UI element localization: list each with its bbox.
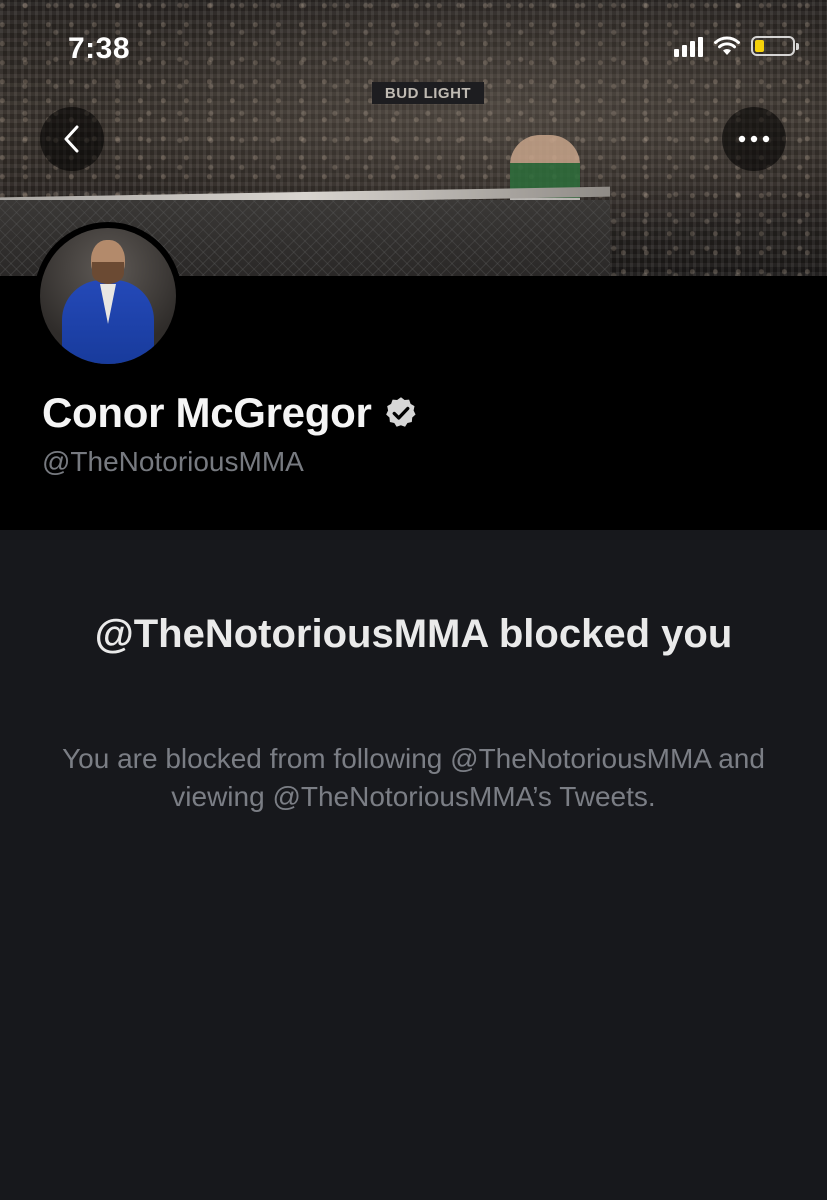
verified-badge-icon: [386, 397, 417, 427]
back-button[interactable]: [40, 107, 104, 171]
profile-name: Conor McGregor: [42, 389, 372, 436]
wifi-icon: [714, 36, 740, 55]
profile-handle: @TheNotoriousMMA: [42, 446, 304, 477]
cellular-signal-icon: [674, 35, 703, 57]
avatar-image: [40, 228, 176, 364]
more-options-button[interactable]: [722, 107, 786, 171]
profile-name-row: Conor McGregor: [42, 389, 419, 437]
chevron-left-icon: [64, 125, 79, 153]
status-icons: [674, 35, 799, 57]
status-time: 7:38: [68, 32, 131, 65]
battery-level: [755, 40, 764, 52]
blocked-description: You are blocked from following @TheNotor…: [62, 743, 765, 812]
banner-sign: BUD LIGHT: [372, 82, 484, 104]
more-horizontal-icon: [738, 135, 770, 143]
avatar[interactable]: [34, 222, 182, 370]
battery-icon: [751, 36, 799, 56]
blocked-title: @TheNotoriousMMA blocked you: [94, 612, 733, 656]
